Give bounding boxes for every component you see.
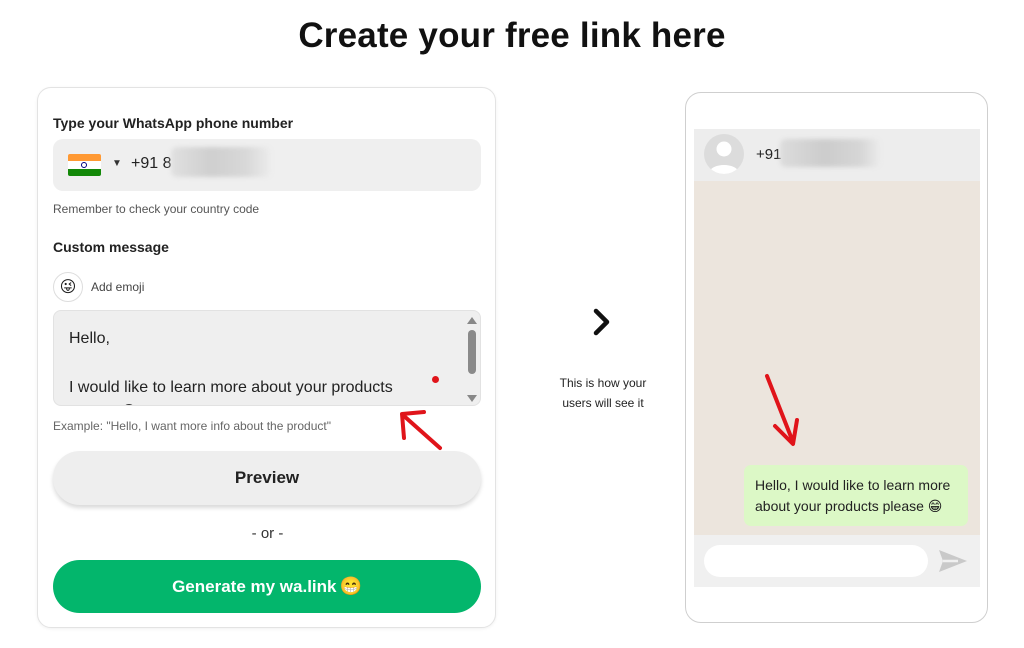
phone-number-value[interactable]: +91 8 (131, 155, 171, 173)
generate-link-button[interactable]: Generate my wa.link 😁 (53, 560, 481, 613)
custom-message-textarea[interactable]: Hello, I would like to learn more about … (53, 310, 481, 406)
winking-face-emoji-icon: 😜 (59, 279, 77, 296)
chat-footer (694, 535, 980, 587)
preview-caption: This is how your users will see it (543, 373, 663, 413)
send-icon (939, 550, 967, 572)
country-dropdown-caret-icon[interactable]: ▼ (112, 158, 122, 169)
annotation-dot (432, 376, 439, 383)
page-title: Create your free link here (298, 16, 726, 55)
scroll-thumb[interactable] (468, 330, 476, 374)
chevron-right-icon (593, 308, 610, 336)
or-divider: - or - (251, 525, 284, 542)
preview-button[interactable]: Preview (53, 451, 481, 505)
grinning-face-emoji-icon: 😁 (339, 576, 362, 596)
chat-screen: +91 Hello, I would like to learn more ab… (694, 129, 980, 587)
chat-input-field (704, 545, 928, 577)
contact-avatar-icon (704, 134, 744, 174)
preview-caption-line-1: This is how your (559, 376, 647, 390)
scroll-up-arrow-icon[interactable] (467, 317, 477, 324)
scroll-down-arrow-icon[interactable] (467, 395, 477, 402)
phone-number-label: Type your WhatsApp phone number (53, 115, 294, 131)
custom-message-label: Custom message (53, 239, 169, 255)
phone-number-field[interactable]: ▼ +91 8 (53, 139, 481, 191)
add-emoji-button[interactable]: 😜 (53, 272, 83, 302)
phone-preview-mockup: +91 Hello, I would like to learn more ab… (685, 92, 988, 623)
add-emoji-label[interactable]: Add emoji (91, 280, 144, 294)
message-scrollbar[interactable] (464, 311, 480, 405)
chat-message-bubble: Hello, I would like to learn more about … (744, 465, 968, 526)
india-flag-icon[interactable] (68, 154, 101, 176)
preview-caption-line-2: users will see it (562, 396, 644, 410)
redacted-phone-digits (171, 147, 271, 177)
redacted-contact-digits (780, 139, 880, 167)
chat-contact-number: +91 (756, 146, 782, 163)
link-form-card: Type your WhatsApp phone number ▼ +91 8 … (37, 87, 496, 628)
generate-button-label: Generate my wa.link (172, 576, 337, 596)
custom-message-text[interactable]: Hello, I would like to learn more about … (69, 327, 449, 405)
message-example-hint: Example: "Hello, I want more info about … (53, 419, 331, 433)
chat-header: +91 (694, 129, 980, 181)
country-code-hint: Remember to check your country code (53, 202, 260, 216)
